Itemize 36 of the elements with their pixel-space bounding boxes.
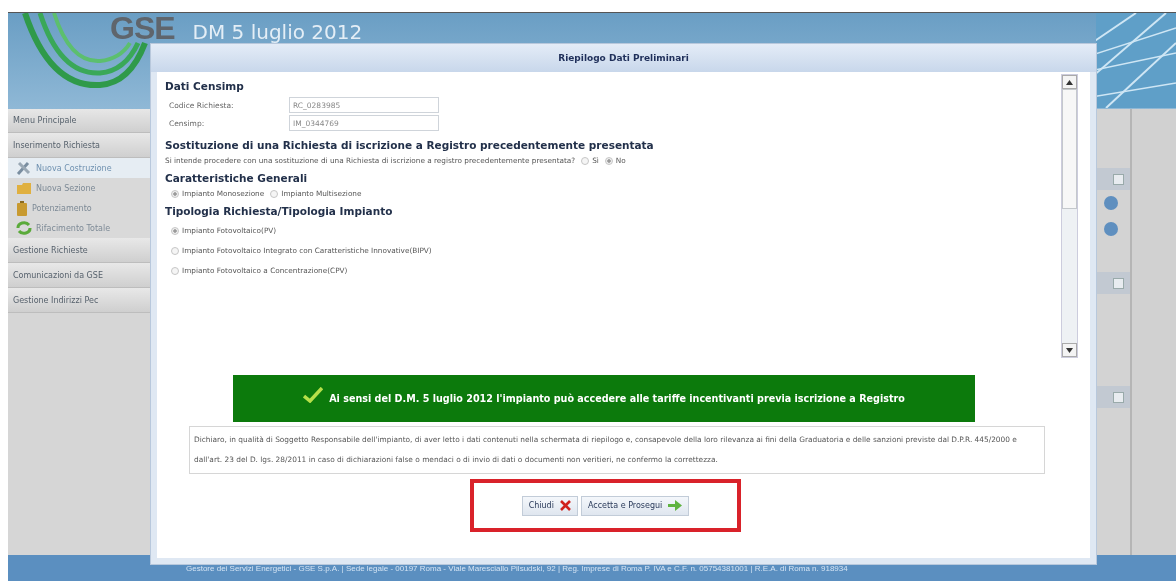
section-heading: Tipologia Richiesta/Tipologia Impianto bbox=[165, 205, 394, 217]
collapse-button[interactable] bbox=[1113, 391, 1124, 403]
scrollbar-thumb[interactable] bbox=[1062, 89, 1077, 209]
scroll-up-button[interactable] bbox=[1062, 75, 1077, 89]
footer-text: Gestore dei Servizi Energetici - GSE S.p.A. | Sede legale - 00197 Roma - Viale Maresciallo Pilsudski, 92 | Reg. Imprese di Roma P. IVA e C.F. n. 05754381001 | R.E.A. di Roma n. 918934 bbox=[186, 563, 848, 573]
radio-button[interactable] bbox=[171, 189, 179, 198]
section-heading: Dati Censimp bbox=[165, 80, 245, 92]
proceed-button[interactable]: Accetta e Prosegui bbox=[580, 495, 690, 516]
dialog-title: Riepilogo Dati Preliminari bbox=[558, 53, 689, 63]
down-arrow-icon bbox=[1066, 347, 1073, 353]
radio-button[interactable] bbox=[581, 156, 590, 165]
check-icon bbox=[303, 386, 324, 403]
folder-icon bbox=[16, 181, 32, 195]
close-button[interactable]: Chiudi bbox=[521, 495, 578, 516]
section-heading: Sostituzione di una Richiesta di iscrizione a Registro precedentemente presentata bbox=[165, 139, 655, 151]
collapse-button[interactable] bbox=[1113, 277, 1124, 289]
battery-icon bbox=[16, 200, 28, 216]
arrow-icon bbox=[668, 500, 683, 511]
help-icon[interactable] bbox=[1104, 222, 1118, 236]
radio-button[interactable] bbox=[604, 156, 613, 165]
close-icon bbox=[559, 500, 571, 511]
collapse-button[interactable] bbox=[1113, 173, 1124, 185]
up-arrow-icon bbox=[1066, 79, 1073, 85]
scroll-down-button[interactable] bbox=[1062, 343, 1077, 357]
app-title: DM 5 luglio 2012 bbox=[192, 20, 363, 44]
recycle-icon bbox=[16, 221, 32, 235]
logo-text: GSE bbox=[110, 13, 175, 44]
tools-icon bbox=[16, 161, 32, 175]
radio-button[interactable] bbox=[171, 266, 179, 275]
radio-button[interactable] bbox=[171, 246, 179, 255]
help-icon[interactable] bbox=[1104, 196, 1118, 210]
radio-button[interactable] bbox=[171, 226, 179, 235]
banner-text: Ai sensi del D.M. 5 luglio 2012 l'impianto può accedere alle tariffe incentivanti previa iscrizione a Registro bbox=[329, 393, 905, 404]
section-heading: Caratteristiche Generali bbox=[165, 172, 309, 184]
radio-button[interactable] bbox=[270, 189, 279, 198]
scrollbar[interactable] bbox=[1061, 74, 1078, 358]
